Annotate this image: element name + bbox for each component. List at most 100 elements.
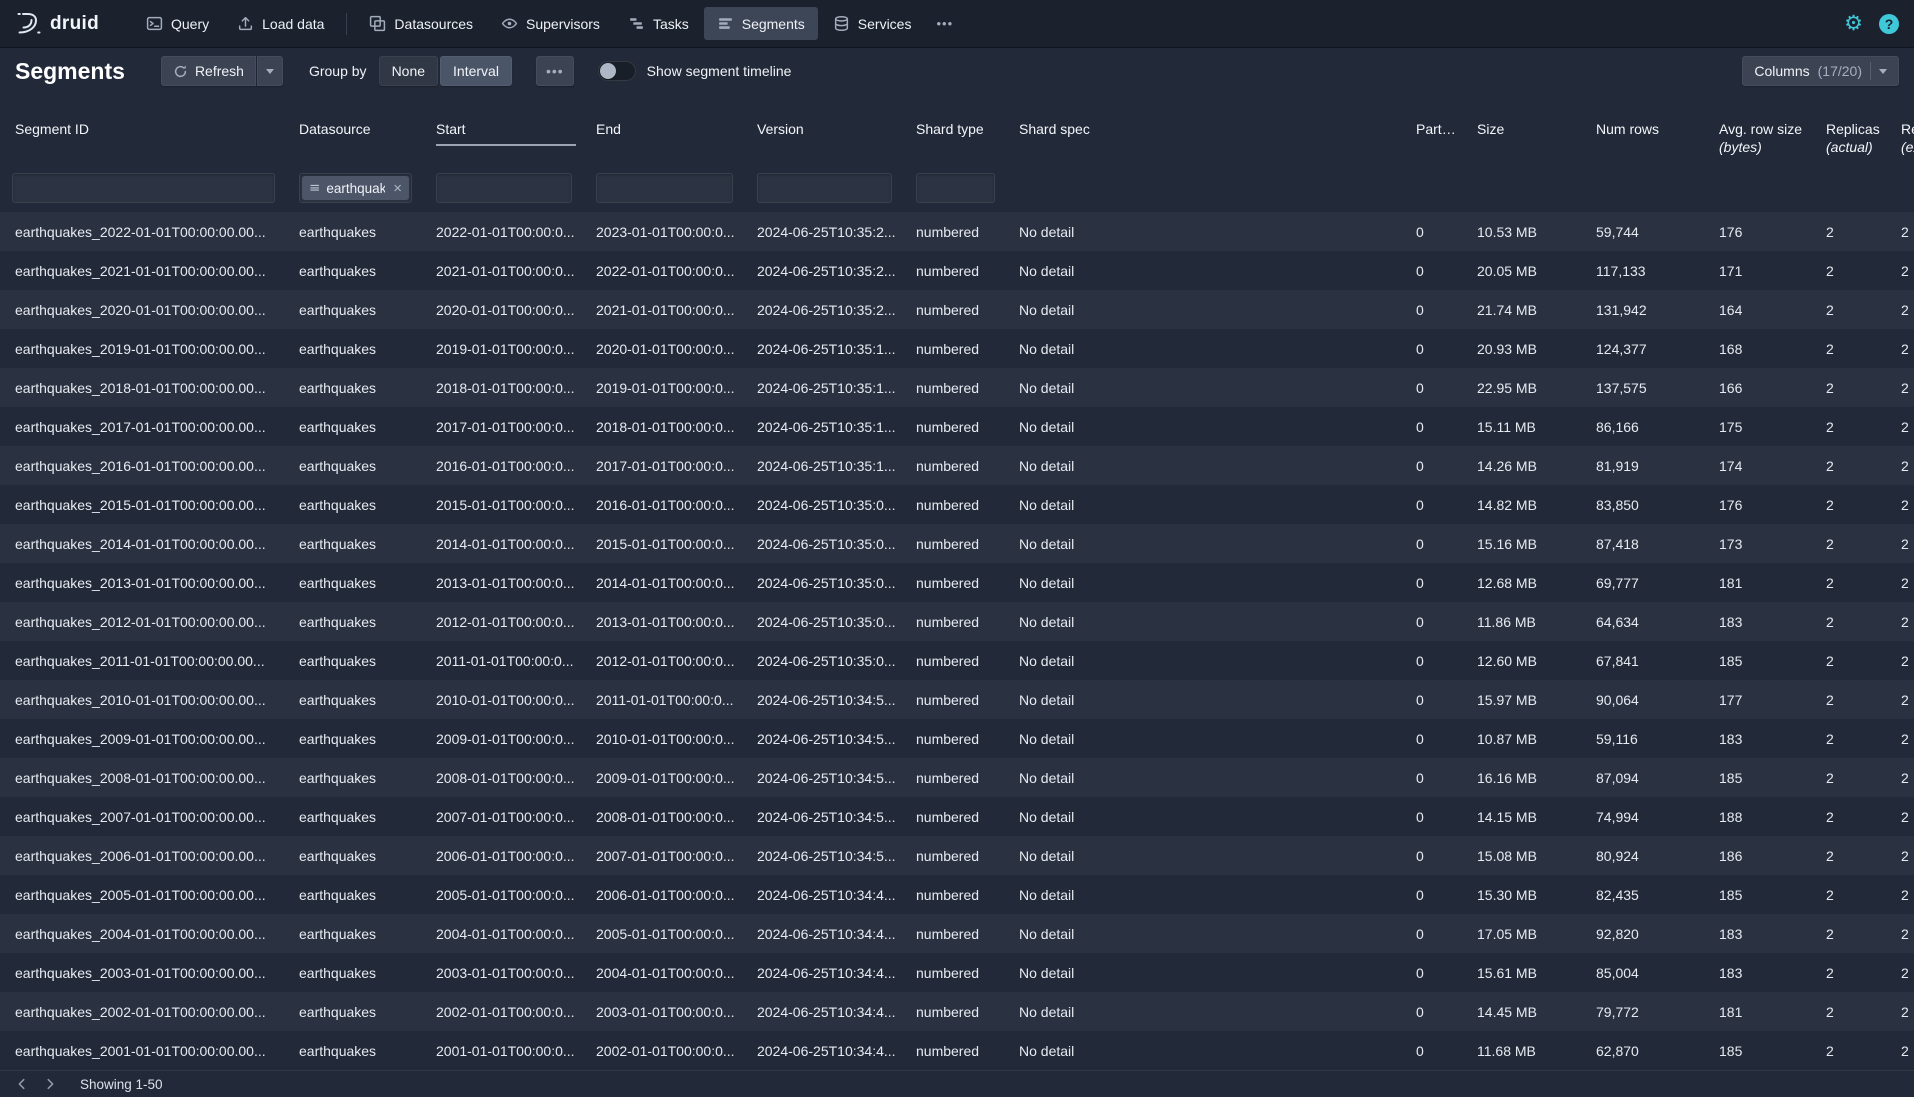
filter-shard-type-input[interactable] <box>916 173 995 203</box>
table-row[interactable]: earthquakes_2015-01-01T00:00:00.00... ea… <box>0 485 1914 524</box>
druid-logo-icon <box>15 11 41 37</box>
filter-start-input[interactable] <box>436 173 572 203</box>
table-row[interactable]: earthquakes_2004-01-01T00:00:00.00... ea… <box>0 914 1914 953</box>
previous-page-button[interactable] <box>8 1072 36 1096</box>
table-row[interactable]: earthquakes_2012-01-01T00:00:00.00... ea… <box>0 602 1914 641</box>
cell-size: 15.08 MB <box>1467 836 1586 875</box>
cell-version: 2024-06-25T10:35:1... <box>747 446 906 485</box>
refresh-button[interactable]: Refresh <box>161 56 256 86</box>
columns-button[interactable]: Columns (17/20) <box>1742 56 1899 86</box>
table-row[interactable]: earthquakes_2002-01-01T00:00:00.00... ea… <box>0 992 1914 1031</box>
nav-item-label: Tasks <box>653 16 689 32</box>
refresh-dropdown-button[interactable] <box>257 56 283 86</box>
table-row[interactable]: earthquakes_2016-01-01T00:00:00.00... ea… <box>0 446 1914 485</box>
cell-start: 2016-01-01T00:00:0... <box>426 446 586 485</box>
table-row[interactable]: earthquakes_2020-01-01T00:00:00.00... ea… <box>0 290 1914 329</box>
cell-start: 2011-01-01T00:00:0... <box>426 641 586 680</box>
cell-replicas: 2 <box>1816 212 1891 251</box>
cell-replication-factor: 2 <box>1891 290 1914 329</box>
group-by-interval-button[interactable]: Interval <box>440 56 512 86</box>
table-row[interactable]: earthquakes_2011-01-01T00:00:00.00... ea… <box>0 641 1914 680</box>
nav-item-query[interactable]: Query <box>133 7 222 40</box>
table-row[interactable]: earthquakes_2010-01-01T00:00:00.00... ea… <box>0 680 1914 719</box>
eye-icon <box>501 15 518 32</box>
column-header-partition[interactable]: Partition <box>1406 94 1467 164</box>
cell-avg-row-size: 173 <box>1709 524 1816 563</box>
filter-tag-value: earthquakes <box>326 181 385 196</box>
segment-timeline-toggle[interactable] <box>598 61 636 81</box>
cell-size: 14.45 MB <box>1467 992 1586 1031</box>
filter-datasource-input[interactable]: ≡ earthquakes × <box>299 173 412 203</box>
cell-replication-factor: 2 <box>1891 329 1914 368</box>
table-row[interactable]: earthquakes_2006-01-01T00:00:00.00... ea… <box>0 836 1914 875</box>
cell-datasource: earthquakes <box>289 641 426 680</box>
nav-item-load-data[interactable]: Load data <box>224 7 337 40</box>
cell-replicas: 2 <box>1816 251 1891 290</box>
cell-partition: 0 <box>1406 446 1467 485</box>
cell-start: 2021-01-01T00:00:0... <box>426 251 586 290</box>
cell-datasource: earthquakes <box>289 1031 426 1070</box>
nav-item-services[interactable]: Services <box>820 7 925 40</box>
table-row[interactable]: earthquakes_2021-01-01T00:00:00.00... ea… <box>0 251 1914 290</box>
column-header-version[interactable]: Version <box>747 94 906 164</box>
cell-replication-factor: 2 <box>1891 212 1914 251</box>
next-page-button[interactable] <box>36 1072 64 1096</box>
cell-start: 2002-01-01T00:00:0... <box>426 992 586 1031</box>
filter-segment-id-input[interactable] <box>12 173 275 203</box>
group-by-none-button[interactable]: None <box>379 56 438 86</box>
settings-gear-icon[interactable]: ⚙ <box>1844 13 1863 34</box>
cell-shard-spec: No detail <box>1009 212 1406 251</box>
column-header-num-rows[interactable]: Num rows <box>1586 94 1709 164</box>
column-header-end[interactable]: End <box>586 94 747 164</box>
column-header-avg-row-size[interactable]: Avg. row size (bytes) <box>1709 94 1816 164</box>
filter-version-input[interactable] <box>757 173 892 203</box>
column-header-datasource[interactable]: Datasource <box>289 94 426 164</box>
main-nav: Query Load data <box>133 7 963 40</box>
table-row[interactable]: earthquakes_2007-01-01T00:00:00.00... ea… <box>0 797 1914 836</box>
table-row[interactable]: earthquakes_2009-01-01T00:00:00.00... ea… <box>0 719 1914 758</box>
column-header-replication-factor[interactable]: Replication factor (expected) <box>1891 94 1914 164</box>
column-header-shard-spec[interactable]: Shard spec <box>1009 94 1406 164</box>
cell-num-rows: 86,166 <box>1586 407 1709 446</box>
column-header-start[interactable]: Start <box>426 94 586 164</box>
filter-end-input[interactable] <box>596 173 733 203</box>
cell-num-rows: 131,942 <box>1586 290 1709 329</box>
table-row[interactable]: earthquakes_2013-01-01T00:00:00.00... ea… <box>0 563 1914 602</box>
more-actions-button[interactable]: ••• <box>536 56 574 86</box>
cell-num-rows: 81,919 <box>1586 446 1709 485</box>
table-row[interactable]: earthquakes_2022-01-01T00:00:00.00... ea… <box>0 212 1914 251</box>
table-row[interactable]: earthquakes_2005-01-01T00:00:00.00... ea… <box>0 875 1914 914</box>
segments-table: Segment ID Datasource Start End Version … <box>0 94 1914 1070</box>
column-header-shard-type[interactable]: Shard type <box>906 94 1009 164</box>
table-row[interactable]: earthquakes_2017-01-01T00:00:00.00... ea… <box>0 407 1914 446</box>
cell-size: 14.15 MB <box>1467 797 1586 836</box>
druid-logo[interactable]: druid <box>15 11 99 37</box>
table-row[interactable]: earthquakes_2001-01-01T00:00:00.00... ea… <box>0 1031 1914 1070</box>
column-header-size[interactable]: Size <box>1467 94 1586 164</box>
nav-item-datasources[interactable]: Datasources <box>356 7 486 40</box>
cell-end: 2020-01-01T00:00:0... <box>586 329 747 368</box>
table-row[interactable]: earthquakes_2019-01-01T00:00:00.00... ea… <box>0 329 1914 368</box>
column-header-replicas[interactable]: Replicas (actual) <box>1816 94 1891 164</box>
cell-partition: 0 <box>1406 1031 1467 1070</box>
nav-item-tasks[interactable]: Tasks <box>615 7 702 40</box>
cell-segment-id: earthquakes_2005-01-01T00:00:00.00... <box>0 875 289 914</box>
nav-item-supervisors[interactable]: Supervisors <box>488 7 613 40</box>
cell-avg-row-size: 164 <box>1709 290 1816 329</box>
remove-filter-icon[interactable]: × <box>391 180 402 197</box>
datasource-filter-tag[interactable]: ≡ earthquakes × <box>302 176 409 200</box>
column-header-segment-id[interactable]: Segment ID <box>0 94 289 164</box>
cell-avg-row-size: 168 <box>1709 329 1816 368</box>
nav-item-segments[interactable]: Segments <box>704 7 818 40</box>
cell-num-rows: 80,924 <box>1586 836 1709 875</box>
cell-shard-spec: No detail <box>1009 1031 1406 1070</box>
table-row[interactable]: earthquakes_2018-01-01T00:00:00.00... ea… <box>0 368 1914 407</box>
nav-more-button[interactable]: ••• <box>926 8 963 39</box>
table-row[interactable]: earthquakes_2003-01-01T00:00:00.00... ea… <box>0 953 1914 992</box>
cell-start: 2007-01-01T00:00:0... <box>426 797 586 836</box>
cell-end: 2018-01-01T00:00:0... <box>586 407 747 446</box>
help-icon[interactable]: ? <box>1879 14 1899 34</box>
table-row[interactable]: earthquakes_2014-01-01T00:00:00.00... ea… <box>0 524 1914 563</box>
table-row[interactable]: earthquakes_2008-01-01T00:00:00.00... ea… <box>0 758 1914 797</box>
cell-end: 2019-01-01T00:00:0... <box>586 368 747 407</box>
